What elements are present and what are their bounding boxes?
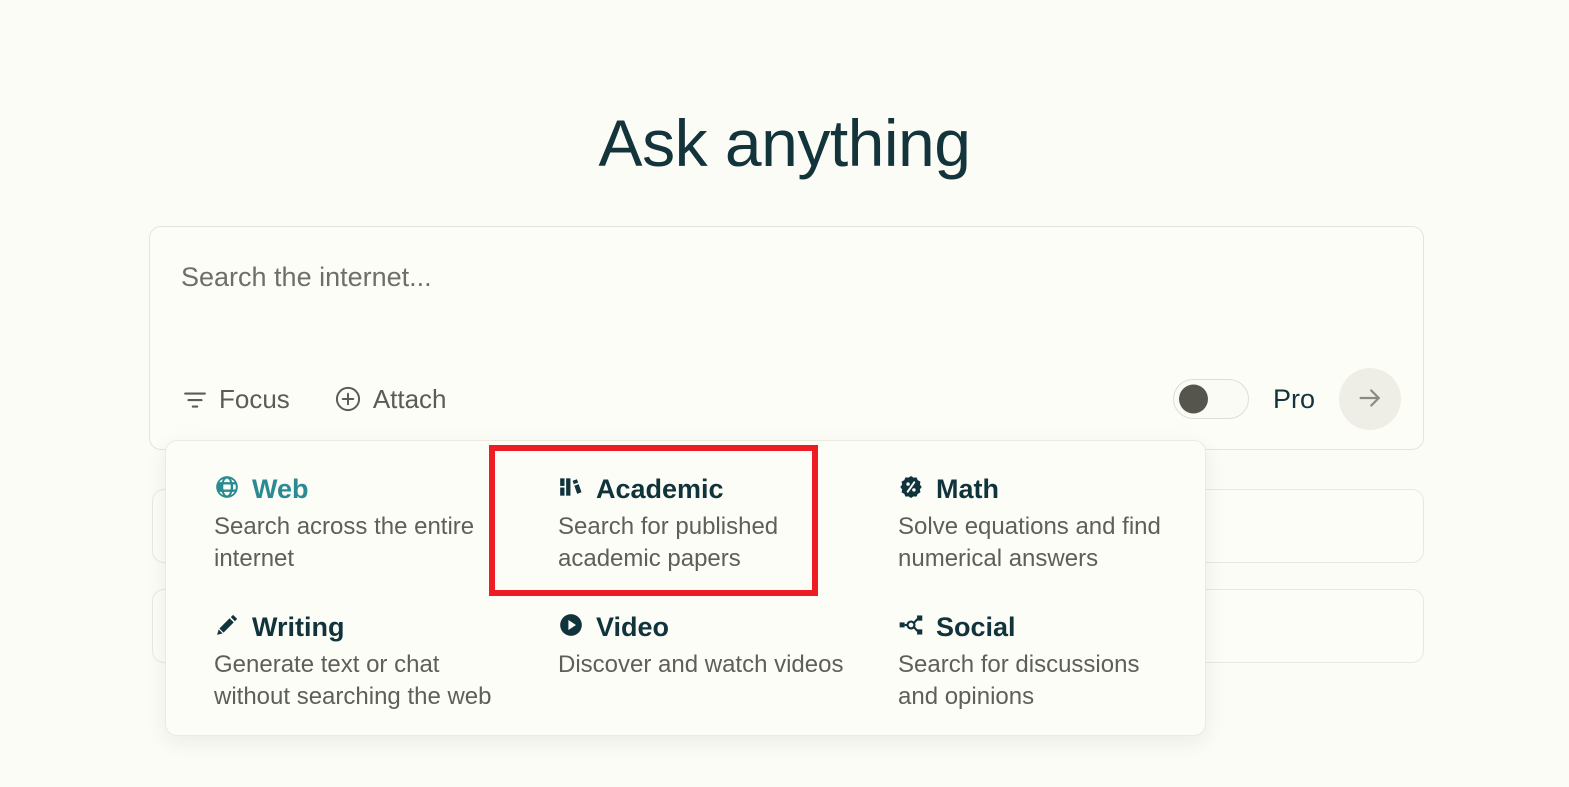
attach-button[interactable]: Attach xyxy=(334,384,447,415)
focus-option-description: Search across the entire internet xyxy=(214,513,475,573)
play-circle-icon xyxy=(558,612,584,643)
focus-button[interactable]: Focus xyxy=(182,384,290,415)
toolbar-right-group: Pro xyxy=(1172,368,1401,430)
search-input-row xyxy=(181,262,1392,293)
focus-button-label: Focus xyxy=(219,383,290,414)
focus-option-label: Math xyxy=(936,474,999,504)
focus-option-label: Video xyxy=(596,612,670,642)
focus-option-academic[interactable]: Academic Search for published academic p… xyxy=(534,463,874,601)
pro-toggle-knob xyxy=(1178,384,1208,414)
attach-button-label: Attach xyxy=(372,383,447,414)
pro-label: Pro xyxy=(1272,383,1315,414)
globe-icon xyxy=(214,474,240,505)
focus-option-math[interactable]: Math Solve equations and find numerical … xyxy=(874,463,1181,601)
submit-button[interactable] xyxy=(1339,368,1401,430)
percent-badge-icon xyxy=(898,474,924,505)
focus-option-label: Academic xyxy=(596,474,724,504)
focus-option-label: Web xyxy=(252,474,309,504)
focus-option-head: Math xyxy=(898,473,1181,505)
focus-option-label: Social xyxy=(936,612,1016,642)
focus-option-description: Search for published academic papers xyxy=(558,513,779,573)
focus-option-description: Discover and watch videos xyxy=(558,651,844,679)
focus-option-head: Writing xyxy=(214,611,534,643)
focus-dropdown: Web Search across the entire internet Ac… xyxy=(165,440,1206,736)
focus-option-writing[interactable]: Writing Generate text or chat without se… xyxy=(190,601,534,739)
toolbar-left-group: Focus Attach xyxy=(182,384,447,415)
search-input[interactable] xyxy=(181,262,1392,293)
focus-option-label: Writing xyxy=(252,612,345,642)
focus-option-description: Solve equations and find numerical answe… xyxy=(898,513,1161,573)
focus-option-head: Web xyxy=(214,473,534,505)
arrow-right-icon xyxy=(1355,383,1385,416)
focus-option-description: Search for discussions and opinions xyxy=(898,651,1140,711)
focus-option-description: Generate text or chat without searching … xyxy=(214,651,492,711)
search-box[interactable]: Focus Attach Pro xyxy=(149,226,1424,450)
focus-option-head: Video xyxy=(558,611,874,643)
focus-option-head: Social xyxy=(898,611,1181,643)
books-icon xyxy=(558,474,584,505)
focus-option-head: Academic xyxy=(558,473,874,505)
pro-toggle[interactable] xyxy=(1172,379,1249,419)
plus-circle-icon xyxy=(334,385,362,413)
focus-option-social[interactable]: Social Search for discussions and opinio… xyxy=(874,601,1181,739)
focus-option-video[interactable]: Video Discover and watch videos xyxy=(534,601,874,739)
focus-option-web[interactable]: Web Search across the entire internet xyxy=(190,463,534,601)
search-toolbar: Focus Attach Pro xyxy=(150,349,1423,449)
filter-lines-icon xyxy=(182,386,208,412)
share-nodes-icon xyxy=(898,612,924,643)
pencil-icon xyxy=(214,612,240,643)
page-title: Ask anything xyxy=(598,106,971,181)
